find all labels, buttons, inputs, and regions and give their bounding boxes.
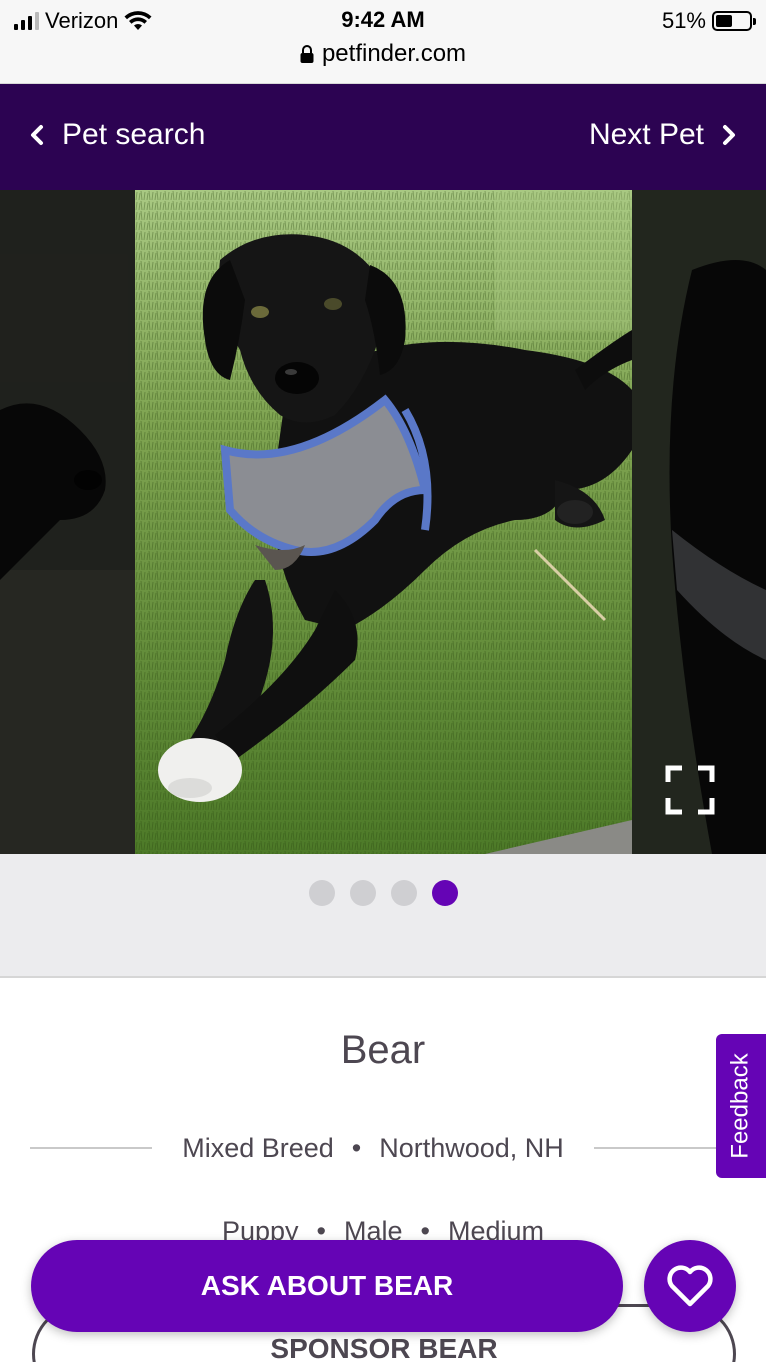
carousel-dot[interactable]	[308, 880, 335, 906]
separator: •	[351, 1132, 362, 1163]
feedback-tab[interactable]: Feedback	[716, 1034, 766, 1178]
heart-icon	[667, 1265, 713, 1307]
next-photo[interactable]	[632, 190, 766, 854]
chevron-left-icon	[31, 125, 43, 145]
url-text: petfinder.com	[321, 40, 467, 67]
lock-icon	[300, 45, 314, 63]
next-pet-link[interactable]: Next Pet	[589, 118, 736, 152]
pet-location: Northwood, NH	[379, 1132, 564, 1163]
feedback-label: Feedback	[727, 1053, 754, 1159]
clock: 9:42 AM	[341, 7, 425, 32]
ask-about-button[interactable]: ASK ABOUT BEAR	[31, 1240, 623, 1332]
favorite-button[interactable]	[644, 1240, 736, 1332]
battery-info: 51%	[661, 8, 756, 34]
status-bar: Verizon 9:42 AM 51% petfinder.com	[0, 0, 766, 84]
carousel-dots	[0, 880, 766, 906]
next-label: Next Pet	[588, 118, 704, 151]
back-label: Pet search	[62, 118, 206, 151]
battery-percent: 51%	[661, 8, 706, 33]
previous-photo[interactable]	[0, 190, 135, 854]
expand-icon[interactable]	[664, 764, 716, 816]
carousel-indicator-area	[0, 854, 766, 978]
divider-left	[30, 1147, 153, 1149]
photo-gallery[interactable]	[0, 190, 766, 854]
breed-location-row: Mixed Breed • Northwood, NH	[30, 1128, 717, 1168]
battery-icon	[712, 11, 756, 31]
carousel-dot[interactable]	[349, 880, 376, 906]
pet-search-back-link[interactable]: Pet search	[30, 118, 205, 152]
pet-breed: Mixed Breed	[182, 1132, 334, 1163]
carousel-dot[interactable]	[390, 880, 417, 906]
address-bar[interactable]: petfinder.com	[0, 40, 766, 68]
chevron-right-icon	[723, 125, 735, 145]
pet-name: Bear	[340, 1028, 426, 1072]
divider-right	[593, 1147, 717, 1149]
carousel-dot[interactable]	[431, 880, 458, 906]
main-pet-photo[interactable]	[135, 190, 632, 854]
nav-header: Pet search Next Pet	[0, 84, 766, 190]
